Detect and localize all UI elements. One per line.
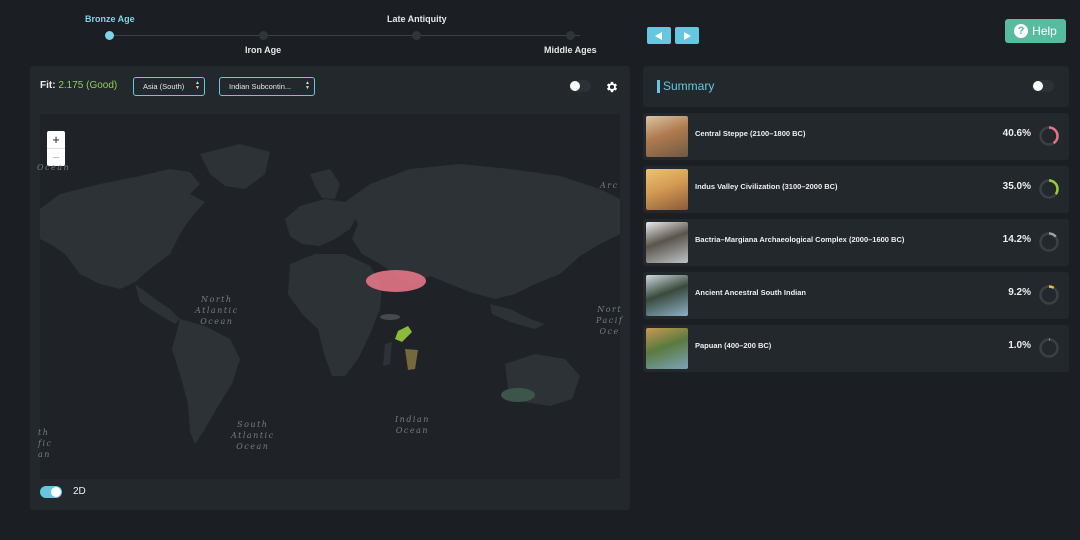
timeline-label-bronze-age[interactable]: Bronze Age	[85, 14, 135, 24]
zoom-control: + −	[47, 131, 65, 166]
map-toolbar: Fit: 2.175 (Good) Asia (South) ▲ ▼ Indian…	[30, 66, 630, 108]
summary-row-percent: 9.2%	[1008, 287, 1031, 298]
summary-row-name: Papuan (400–200 BC)	[695, 341, 772, 350]
timeline-label-iron-age[interactable]: Iron Age	[245, 45, 281, 55]
population-thumbnail	[646, 275, 688, 316]
map-label-ocean: Ocean	[37, 163, 71, 172]
highlight-papuan	[501, 388, 535, 402]
mode-2d-toggle[interactable]	[40, 486, 62, 498]
highlight-bactria-margiana	[380, 314, 400, 320]
summary-row[interactable]: Papuan (400–200 BC) 1.0%	[643, 325, 1069, 372]
select-arrows-icon: ▲ ▼	[305, 80, 310, 91]
zoom-in-button[interactable]: +	[47, 131, 65, 148]
map-options-toggle[interactable]	[569, 80, 591, 92]
map-panel: Fit: 2.175 (Good) Asia (South) ▲ ▼ Indian…	[30, 66, 630, 510]
region-select[interactable]: Asia (South) ▲ ▼	[133, 77, 205, 96]
map-label-north-atlantic: North Atlantic Ocean	[195, 295, 239, 326]
fit-value: 2.175 (Good)	[58, 80, 118, 91]
timeline-dot-middle-ages[interactable]	[566, 31, 575, 40]
summary-row-name: Bactria–Margiana Archaeological Complex …	[695, 235, 905, 244]
triangle-right-icon	[684, 31, 691, 40]
fit-score: Fit: 2.175 (Good)	[40, 80, 117, 91]
percent-ring-icon	[1039, 232, 1059, 252]
map-label-north-pacific: Nort Pacif Oce	[596, 305, 624, 336]
summary-accent-bar	[657, 80, 660, 93]
next-period-button[interactable]	[675, 27, 699, 44]
population-select[interactable]: Indian Subcontin... ▲ ▼	[219, 77, 315, 96]
timeline-label-late-antiquity[interactable]: Late Antiquity	[387, 14, 447, 24]
summary-row[interactable]: Indus Valley Civilization (3100–2000 BC)…	[643, 166, 1069, 213]
map-label-south-atlantic: South Atlantic Ocean	[231, 420, 275, 451]
percent-ring-icon	[1039, 126, 1059, 146]
fit-label: Fit:	[40, 80, 56, 91]
population-thumbnail	[646, 222, 688, 263]
summary-row-name: Indus Valley Civilization (3100–2000 BC)	[695, 182, 838, 191]
summary-row-percent: 1.0%	[1008, 340, 1031, 351]
percent-ring-track	[1039, 338, 1059, 358]
summary-row[interactable]: Bactria–Margiana Archaeological Complex …	[643, 219, 1069, 266]
timeline-label-middle-ages[interactable]: Middle Ages	[544, 45, 597, 55]
percent-ring-icon	[1039, 179, 1059, 199]
timeline-track	[110, 35, 580, 36]
triangle-left-icon	[655, 31, 662, 40]
map-label-indian-ocean: Indian Ocean	[395, 415, 430, 435]
summary-row-name: Ancient Ancestral South Indian	[695, 288, 806, 297]
select-arrows-icon: ▲ ▼	[195, 80, 200, 91]
mode-2d-label: 2D	[73, 486, 86, 497]
timeline-dot-late-antiquity[interactable]	[412, 31, 421, 40]
question-icon: ?	[1014, 24, 1029, 38]
population-thumbnail	[646, 169, 688, 210]
previous-period-button[interactable]	[647, 27, 671, 44]
timeline-dot-bronze-age[interactable]	[105, 31, 114, 40]
summary-toggle[interactable]	[1032, 80, 1054, 92]
summary-title: Summary	[663, 79, 715, 93]
gear-icon[interactable]	[605, 80, 619, 94]
summary-row-name: Central Steppe (2100–1800 BC)	[695, 129, 806, 138]
toggle-knob	[1033, 81, 1043, 91]
world-map-svg	[40, 114, 620, 479]
timeline: Bronze Age Iron Age Late Antiquity Middl…	[40, 8, 630, 60]
summary-row-percent: 14.2%	[1002, 234, 1031, 245]
region-select-value: Asia (South)	[143, 82, 185, 91]
summary-header: Summary	[643, 66, 1069, 107]
percent-ring-icon	[1039, 285, 1059, 305]
population-select-value: Indian Subcontin...	[229, 82, 292, 91]
summary-row-percent: 40.6%	[1002, 128, 1031, 139]
population-thumbnail	[646, 116, 688, 157]
help-button[interactable]: ? Help	[1005, 19, 1066, 43]
map-label-arctic: Arc	[600, 181, 619, 190]
timeline-dot-iron-age[interactable]	[259, 31, 268, 40]
highlight-central-steppe	[366, 270, 426, 292]
percent-ring-track	[1039, 285, 1059, 305]
toggle-knob	[51, 487, 61, 497]
summary-row[interactable]: Central Steppe (2100–1800 BC) 40.6%	[643, 113, 1069, 160]
toggle-knob	[570, 81, 580, 91]
population-thumbnail	[646, 328, 688, 369]
map-label-south-pacific: th fic an	[38, 428, 53, 459]
summary-row-percent: 35.0%	[1002, 181, 1031, 192]
world-map[interactable]: + − Ocean Arc North Atlantic Ocean Nort …	[37, 114, 624, 479]
help-label: Help	[1032, 24, 1057, 38]
percent-ring-icon	[1039, 338, 1059, 358]
summary-row[interactable]: Ancient Ancestral South Indian 9.2%	[643, 272, 1069, 319]
